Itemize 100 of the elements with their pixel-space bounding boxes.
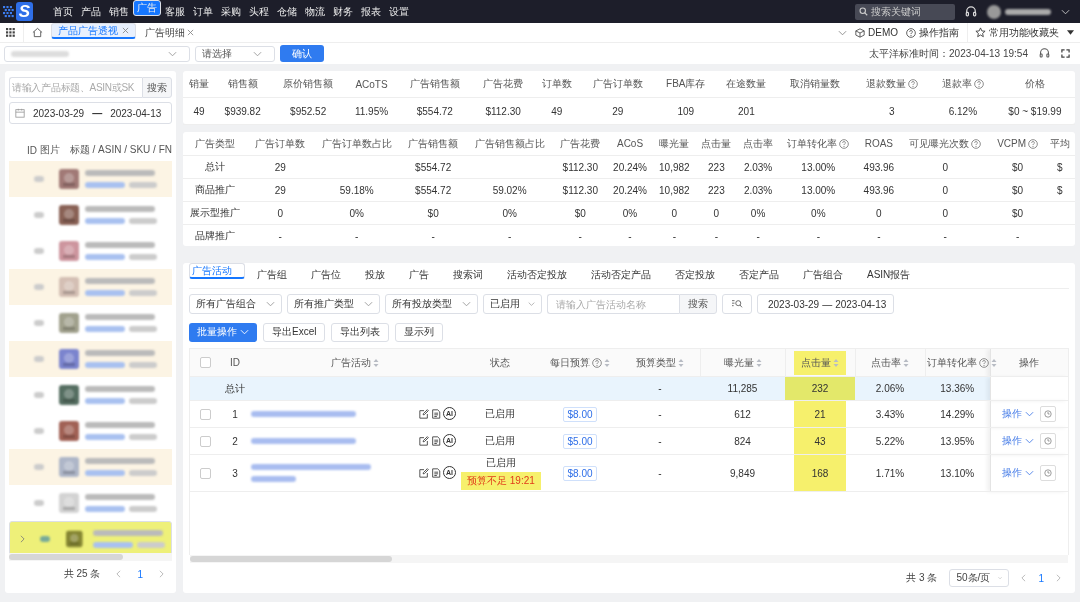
close-icon[interactable]	[187, 29, 194, 36]
report-tab[interactable]: 活动否定产品	[579, 263, 663, 288]
page-size-select[interactable]: 50条/页	[949, 569, 1010, 587]
headset-icon[interactable]	[1039, 48, 1050, 59]
report-tab[interactable]: 广告组	[245, 263, 299, 288]
expand-icon[interactable]	[20, 535, 26, 543]
action-button[interactable]: 导出Excel	[263, 322, 326, 342]
action-button[interactable]: 导出列表	[331, 322, 390, 342]
store-select[interactable]	[4, 45, 190, 62]
edit-icon[interactable]	[419, 408, 429, 419]
toolbar-link[interactable]: 操作指南	[906, 25, 959, 40]
filter-select[interactable]: 所有投放类型	[385, 294, 478, 314]
date-range-field[interactable]: 2023-03-29 — 2023-04-13	[9, 102, 172, 124]
search-list-button[interactable]	[722, 294, 752, 314]
checkbox[interactable]	[199, 357, 211, 369]
apps-grid-icon[interactable]	[6, 28, 15, 37]
product-row[interactable]	[9, 161, 172, 197]
sort-icon[interactable]	[677, 357, 684, 368]
filter-select[interactable]: 所有推广类型	[287, 294, 380, 314]
nav-menu-item[interactable]: 报表	[357, 0, 385, 23]
report-tab[interactable]: 投放	[353, 263, 397, 288]
budget-tag[interactable]: $8.00	[563, 406, 597, 422]
search-button[interactable]: 搜索	[679, 294, 717, 314]
product-row[interactable]	[9, 341, 172, 377]
column-header[interactable]: 点击量	[794, 350, 846, 375]
nav-menu-item[interactable]: 订单	[189, 0, 217, 23]
report-tab[interactable]: 广告组合	[791, 263, 855, 288]
report-tab[interactable]: 否定投放	[663, 263, 727, 288]
nav-menu-item[interactable]: 客服	[161, 0, 189, 23]
page-tab[interactable]: 广告明细	[136, 23, 203, 42]
headset-icon[interactable]	[965, 5, 977, 18]
nav-menu-item[interactable]: 设置	[385, 0, 413, 23]
sort-icon[interactable]	[833, 357, 839, 368]
page-tab[interactable]: 产品广告透视	[51, 23, 136, 39]
report-tab[interactable]: 广告位	[299, 263, 353, 288]
avatar[interactable]	[987, 4, 1001, 19]
sort-icon[interactable]	[604, 357, 610, 368]
column-header[interactable]: 广告活动	[331, 355, 379, 370]
column-header[interactable]: 订单转化率	[926, 355, 997, 370]
search-button[interactable]: 搜索	[142, 77, 172, 98]
next-page-icon[interactable]	[1056, 574, 1061, 582]
confirm-button[interactable]: 确认	[280, 45, 324, 62]
document-icon[interactable]	[431, 408, 441, 419]
nav-menu-item[interactable]: 仓储	[273, 0, 301, 23]
checkbox[interactable]	[199, 408, 211, 420]
page-number[interactable]: 1	[137, 568, 143, 580]
history-button[interactable]	[1040, 406, 1057, 422]
nav-menu-item[interactable]: 首页	[49, 0, 77, 23]
actions-dropdown-link[interactable]: 操作	[1002, 466, 1035, 480]
toolbar-link[interactable]: DEMO	[855, 27, 898, 38]
date-range-field[interactable]: 2023-03-29 — 2023-04-13	[757, 294, 894, 314]
fullscreen-icon[interactable]	[1061, 49, 1070, 58]
actions-dropdown-link[interactable]: 操作	[1002, 407, 1035, 421]
edit-icon[interactable]	[419, 467, 429, 478]
sort-icon[interactable]	[755, 357, 762, 368]
page-number[interactable]: 1	[1038, 572, 1044, 584]
edit-icon[interactable]	[419, 435, 429, 446]
report-tab[interactable]: 搜索词	[441, 263, 495, 288]
checkbox[interactable]	[199, 435, 211, 447]
scrollbar[interactable]	[9, 553, 172, 561]
nav-menu-item[interactable]: 财务	[329, 0, 357, 23]
logo[interactable]: S	[0, 0, 39, 23]
history-button[interactable]	[1040, 465, 1057, 481]
document-icon[interactable]	[431, 467, 441, 478]
previous-page-icon[interactable]	[1021, 574, 1027, 582]
budget-tag[interactable]: $5.00	[563, 433, 597, 449]
nav-menu-item[interactable]: 广告	[133, 0, 161, 16]
report-tab[interactable]: ASIN报告	[855, 263, 923, 288]
report-tab[interactable]: 活动否定投放	[495, 263, 579, 288]
nav-menu-item[interactable]: 物流	[301, 0, 329, 23]
product-row[interactable]	[9, 521, 172, 553]
campaign-search-field[interactable]: 请输入广告活动名称	[547, 294, 679, 314]
batch-actions-button[interactable]: 批量操作	[189, 322, 257, 342]
nav-menu-item[interactable]: 头程	[245, 0, 273, 23]
report-tab[interactable]: 广告	[397, 263, 441, 288]
previous-page-icon[interactable]	[116, 570, 122, 578]
select-field[interactable]: 请选择	[195, 45, 275, 62]
close-icon[interactable]	[122, 27, 129, 34]
sort-icon[interactable]	[903, 357, 909, 368]
product-search-field[interactable]: 请输入产品标题、ASIN或SK	[9, 77, 142, 98]
filter-select[interactable]: 所有广告组合	[189, 294, 282, 314]
sort-icon[interactable]	[373, 357, 379, 368]
search-field[interactable]: 搜索关键词	[855, 3, 955, 20]
actions-dropdown-link[interactable]: 操作	[1002, 434, 1035, 448]
caret-down-icon[interactable]	[1067, 30, 1074, 35]
toolbar-link[interactable]: 常用功能收藏夹	[967, 23, 1059, 42]
report-tab[interactable]: 广告活动	[189, 263, 245, 279]
history-button[interactable]	[1040, 433, 1057, 449]
filter-select[interactable]: 已启用	[483, 294, 542, 314]
next-page-icon[interactable]	[159, 570, 164, 578]
scrollbar[interactable]	[190, 555, 1068, 563]
nav-menu-item[interactable]: 销售	[105, 0, 133, 23]
home-icon[interactable]	[32, 27, 43, 38]
checkbox[interactable]	[199, 467, 211, 479]
budget-tag[interactable]: $8.00	[563, 465, 597, 481]
nav-menu-item[interactable]: 采购	[217, 0, 245, 23]
action-button[interactable]: 显示列	[395, 322, 444, 342]
nav-menu-item[interactable]: 产品	[77, 0, 105, 23]
report-tab[interactable]: 否定产品	[727, 263, 791, 288]
document-icon[interactable]	[431, 435, 441, 446]
